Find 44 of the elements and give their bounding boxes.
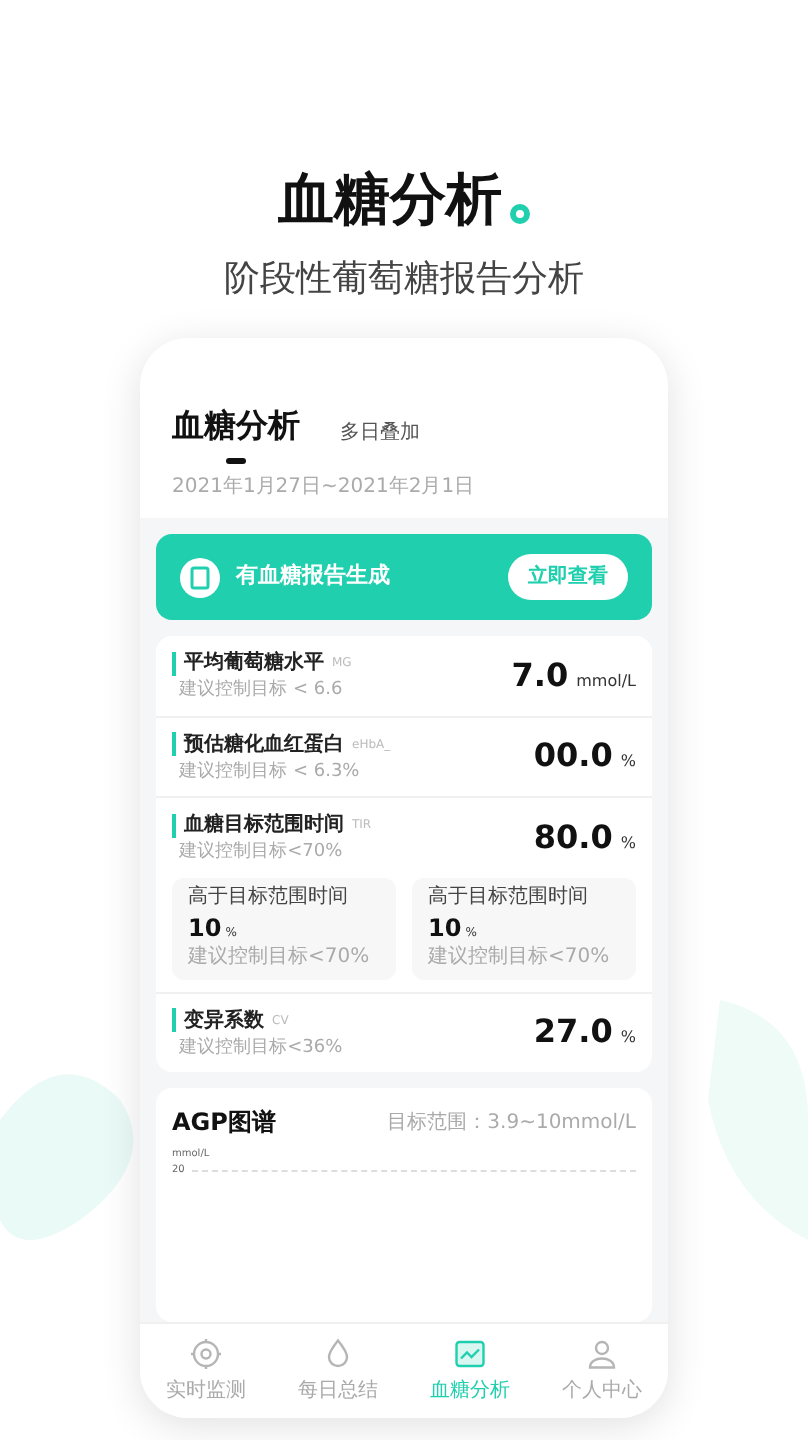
range-label: 高于目标范围时间 [428,885,590,910]
metric-unit: % [620,831,636,856]
metric-name: 平均葡萄糖水平 [184,649,324,678]
metric-name: 预估糖化血红蛋白 [184,731,344,759]
accent-bar [172,813,176,837]
metric-target: 建议控制目标<70% [177,841,345,864]
metric-unit: % [620,750,636,775]
range-target: 建议控制目标<70% [188,946,372,971]
range-target: 建议控制目标<70% [428,946,612,971]
metric-target: 建议控制目标 < 6.3% [177,760,362,783]
range-value: 10 [428,912,462,945]
nav-item[interactable]: 个人中心 [562,1336,642,1406]
chart-icon [452,1336,488,1372]
range-value: 10 [188,912,222,945]
agp-title: AGP图谱 [172,1106,276,1140]
metric-name: 血糖目标范围时间 [184,811,344,840]
metric-value: 00.0 [533,734,613,779]
accent-bar [172,1008,176,1032]
metric-target: 建议控制目标<36% [177,1036,343,1059]
headline: 血糖分析 [278,172,502,228]
tab-indicator [226,458,246,464]
nav-item[interactable]: 血糖分析 [430,1336,510,1406]
metric-name: 变异系数 [184,1006,264,1035]
metric-value: 27.0 [533,1010,613,1055]
accent-bar [172,651,176,675]
accent-bar [172,732,176,756]
nav-item[interactable]: 实时监测 [166,1336,246,1406]
subtitle: 阶段性葡萄糖报告分析 [224,256,584,304]
user-icon [584,1336,620,1372]
view-button[interactable]: 立即查看 [508,554,628,600]
metric-unit: mmol/L [576,669,636,694]
banner-text: 有血糖报告生成 [236,560,390,593]
metric-unit: % [620,1026,636,1051]
tab[interactable]: 多日叠加 [340,418,420,464]
range-label: 高于目标范围时间 [188,885,350,910]
agp-range: 目标范围：3.9~10mmol/L [387,1109,636,1137]
metric-target: 建议控制目标 < 6.6 [177,679,343,702]
target-icon [188,1336,224,1372]
date-range: 2021年1月27日~2021年2月1日 [170,474,477,502]
tab[interactable]: 血糖分析 [172,402,300,464]
metric-value: 80.0 [533,815,613,860]
clipboard-icon [180,557,220,597]
nav-item[interactable]: 每日总结 [298,1336,378,1406]
metric-value: 7.0 [511,653,569,698]
